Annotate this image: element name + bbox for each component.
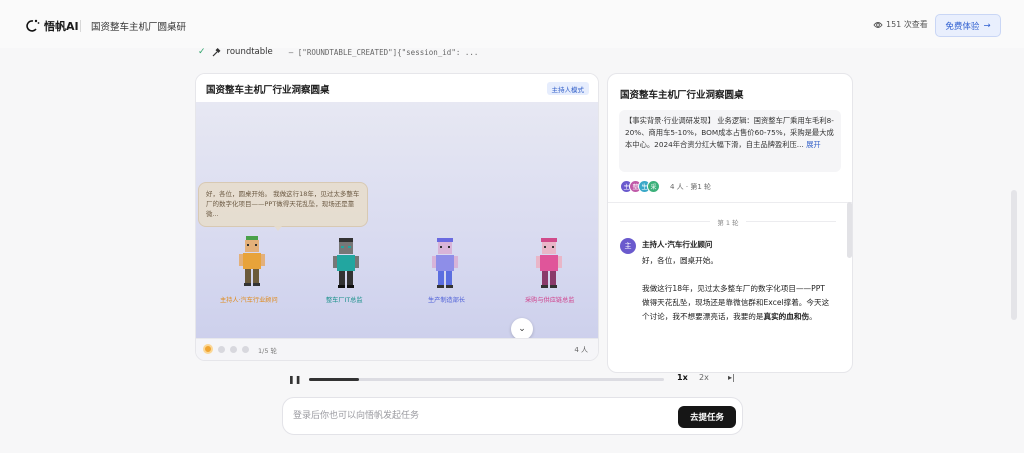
stage-header: 国资整车主机厂行业洞察圆桌 主持人模式 <box>196 74 598 102</box>
production-head-character[interactable] <box>431 238 459 294</box>
speed-2x-button[interactable]: 2x <box>699 373 709 382</box>
round-dot-4[interactable] <box>242 345 249 353</box>
host-character[interactable] <box>238 236 266 292</box>
speech-bubble-tail <box>274 226 282 231</box>
speech-bubble: 好，各位，圆桌开始。 我做这行18年，见过太多整车厂的数字化项目——PPT做得天… <box>198 182 368 227</box>
it-director-character[interactable] <box>332 238 360 294</box>
participants-text: 4 人 · 第1 轮 <box>670 182 712 191</box>
pause-icon[interactable]: ❚❚ <box>288 375 301 384</box>
info-divider <box>608 202 852 203</box>
stage-title: 国资整车主机厂行业洞察圆桌 <box>206 85 330 96</box>
round-label: 第 1 轮 <box>717 219 739 227</box>
task-input[interactable] <box>293 406 663 426</box>
roundtable-info-panel: 国资整车主机厂行业洞察圆桌 【事实背景·行业调研发现】 业务逻辑：国资整车厂乘用… <box>607 73 853 373</box>
progress-track[interactable] <box>309 378 664 381</box>
chevron-down-icon: ⌄ <box>518 324 526 334</box>
header-divider <box>80 20 81 32</box>
progress-fill <box>309 378 359 381</box>
arrow-right-icon: → <box>983 20 991 31</box>
message-body: 好，各位，圆桌开始。 我做这行18年，见过太多整车厂的数字化项目——PPT做得天… <box>642 254 832 338</box>
people-count: 4 人 <box>574 346 588 354</box>
message-bold-text: 真实的血和伤 <box>763 312 810 321</box>
page-title: 国资整车主机厂圆桌研 <box>91 22 187 33</box>
round-indicator: 1/5 轮 <box>258 347 278 355</box>
character-label-host: 主持人·汽车行业顾问 <box>220 297 278 304</box>
view-count-text: 151 次查看 <box>886 20 928 29</box>
hammer-icon <box>212 47 221 56</box>
expand-link[interactable]: 展开 <box>806 140 821 149</box>
roundtable-stage-panel: 国资整车主机厂行业洞察圆桌 主持人模式 好，各位，圆桌开始。 我做这行18年，见… <box>195 73 599 361</box>
avatar: 采 <box>647 180 660 193</box>
round-dots <box>203 344 249 354</box>
round-dot-1[interactable] <box>203 344 213 354</box>
logo-icon <box>26 19 40 32</box>
character-label-procurement: 采购与供应链总监 <box>525 297 575 304</box>
message-paragraph: 好，各位，圆桌开始。 <box>642 256 718 265</box>
top-header: 悟帆AI 国资整车主机厂圆桌研 151 次查看 免费体验 → <box>0 0 1024 48</box>
round-dot-3[interactable] <box>230 345 237 353</box>
round-divider-right <box>746 221 836 222</box>
panel-scrollbar[interactable] <box>847 202 852 258</box>
speaker-name: 主持人·汽车行业顾问 <box>642 240 713 249</box>
speed-1x-button[interactable]: 1x <box>677 373 688 382</box>
task-composer: 去提任务 <box>282 397 743 435</box>
round-dot-2[interactable] <box>218 345 225 353</box>
tool-result: — ["ROUNDTABLE_CREATED"]{"session_id": .… <box>288 47 479 57</box>
message-paragraph: 我做这行18年，见过太多整车厂的数字化项目——PPT做得天花乱坠，现场还是靠微信… <box>642 282 832 324</box>
character-label-production: 生产制造部长 <box>428 297 466 304</box>
free-trial-label: 免费体验 <box>945 21 980 32</box>
participants-row: 主 整 生 采 4 人 · 第1 轮 <box>620 180 711 193</box>
check-icon: ✓ <box>198 47 206 57</box>
free-trial-button[interactable]: 免费体验 → <box>935 14 1001 37</box>
stage-scene: 好，各位，圆桌开始。 我做这行18年，见过太多整车厂的数字化项目——PPT做得天… <box>196 102 598 340</box>
submit-task-button[interactable]: 去提任务 <box>678 406 736 428</box>
tool-name: roundtable <box>226 47 273 57</box>
background-summary: 【事实背景·行业调研发现】 业务逻辑：国资整车厂乘用车毛利8-20%、商用车5-… <box>619 110 841 172</box>
eye-icon <box>873 21 883 28</box>
info-title: 国资整车主机厂行业洞察圆桌 <box>620 90 744 101</box>
playback-bar: ❚❚ 1x 2x ▸| <box>286 372 741 386</box>
tool-call-line[interactable]: ✓ roundtable — ["ROUNDTABLE_CREATED"]{"s… <box>198 47 478 57</box>
skip-end-icon[interactable]: ▸| <box>728 373 735 382</box>
stage-footer: 1/5 轮 4 人 <box>196 338 598 360</box>
host-mode-badge[interactable]: 主持人模式 <box>546 82 589 95</box>
summary-text: 【事实背景·行业调研发现】 业务逻辑：国资整车厂乘用车毛利8-20%、商用车5-… <box>625 116 834 149</box>
page-scrollbar[interactable] <box>1011 190 1017 320</box>
message-text-end: 。 <box>809 312 817 321</box>
view-count: 151 次查看 <box>873 19 928 30</box>
procurement-director-character[interactable] <box>535 238 563 294</box>
speaker-avatar: 主 <box>620 238 636 254</box>
logo-text[interactable]: 悟帆AI <box>44 18 79 34</box>
character-label-it-director: 整车厂IT总监 <box>326 297 363 304</box>
scroll-down-button[interactable]: ⌄ <box>511 318 533 340</box>
